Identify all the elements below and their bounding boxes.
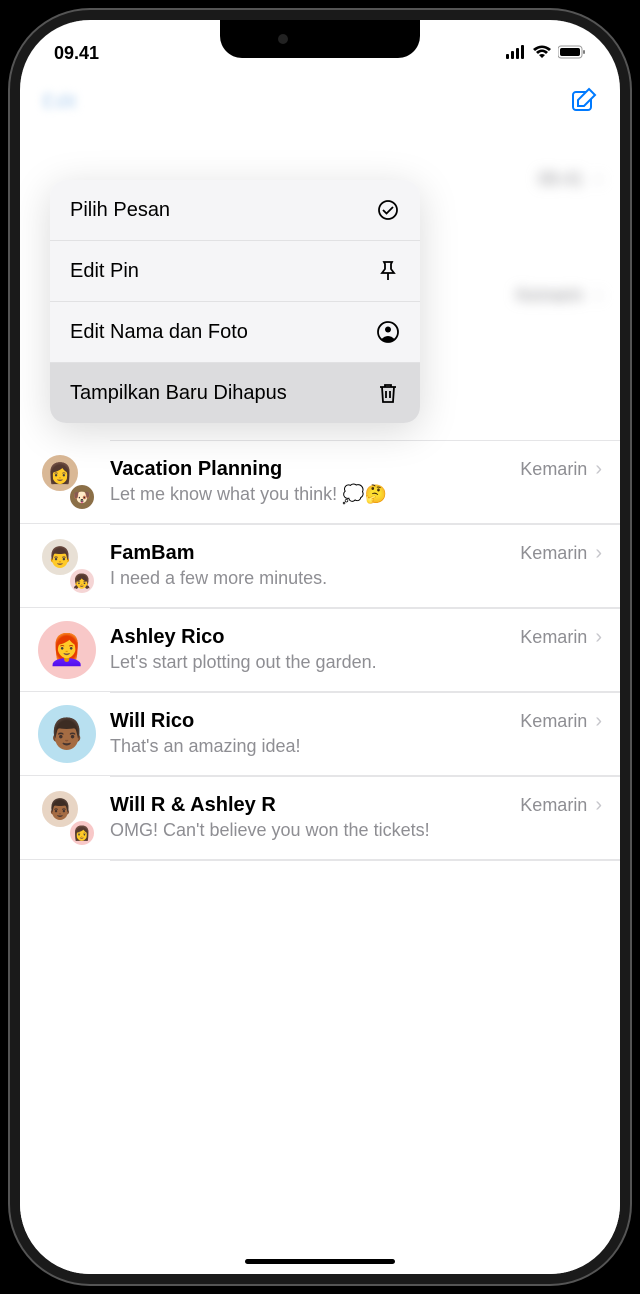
avatar: 👨🏾	[38, 705, 96, 763]
menu-item-edit-pins[interactable]: Edit Pin	[50, 241, 420, 302]
chevron-right-icon: ›	[595, 794, 602, 816]
conversation-list[interactable]: 👩 🐶 Vacation Planning Kemarin › Let me kn…	[20, 440, 620, 861]
chevron-right-icon: ›	[595, 626, 602, 648]
chevron-right-icon: ›	[595, 458, 602, 480]
conversation-peek-time-2: Kemarin ›	[516, 284, 602, 307]
conversation-name: Vacation Planning	[110, 458, 282, 481]
menu-label: Pilih Pesan	[70, 199, 170, 222]
edit-button[interactable]: Edit	[42, 91, 76, 114]
conversation-time: Kemarin	[520, 543, 587, 563]
cellular-icon	[506, 43, 526, 64]
chevron-right-icon: ›	[595, 168, 602, 191]
compose-button[interactable]	[570, 86, 598, 119]
check-circle-icon	[376, 198, 400, 222]
conversation-preview: OMG! Can't believe you won the tickets!	[110, 819, 602, 842]
conversation-time: Kemarin	[520, 711, 587, 731]
volume-down-button	[10, 440, 12, 520]
status-time: 09.41	[54, 43, 99, 64]
wifi-icon	[532, 43, 552, 64]
person-circle-icon	[376, 320, 400, 344]
silent-switch	[10, 260, 12, 300]
conversation-time: Kemarin	[520, 459, 587, 479]
conversation-preview: I need a few more minutes.	[110, 567, 602, 590]
pin-icon	[376, 259, 400, 283]
group-avatar: 👨🏾 👩	[38, 789, 96, 847]
conversation-preview: Let's start plotting out the garden.	[110, 651, 602, 674]
chevron-right-icon: ›	[595, 284, 602, 307]
battery-icon	[558, 43, 586, 64]
conversation-row[interactable]: 👩‍🦰 Ashley Rico Kemarin › Let's start plo…	[20, 609, 620, 692]
conversation-row[interactable]: 👩 🐶 Vacation Planning Kemarin › Let me kn…	[20, 441, 620, 524]
chevron-right-icon: ›	[595, 710, 602, 732]
notch	[220, 20, 420, 58]
conversation-preview: Let me know what you think! 💭🤔	[110, 483, 602, 506]
menu-item-edit-name-photo[interactable]: Edit Nama dan Foto	[50, 302, 420, 363]
conversation-time: Kemarin	[520, 627, 587, 647]
trash-icon	[376, 381, 400, 405]
chevron-right-icon: ›	[595, 542, 602, 564]
nav-bar: Edit	[20, 74, 620, 130]
menu-label: Edit Nama dan Foto	[70, 321, 248, 344]
edit-menu: Pilih Pesan Edit Pin Edit Nama dan Foto …	[50, 180, 420, 423]
group-avatar: 👨 👧	[38, 537, 96, 595]
screen: 09.41 Edit 09.41 ›	[20, 20, 620, 1274]
conversation-name: Ashley Rico	[110, 626, 224, 649]
group-avatar: 👩 🐶	[38, 453, 96, 511]
conversation-name: Will R & Ashley R	[110, 794, 276, 817]
menu-item-show-recently-deleted[interactable]: Tampilkan Baru Dihapus	[50, 363, 420, 423]
menu-item-select-messages[interactable]: Pilih Pesan	[50, 180, 420, 241]
conversation-name: FamBam	[110, 542, 194, 565]
menu-label: Tampilkan Baru Dihapus	[70, 382, 287, 405]
conversation-row[interactable]: 👨 👧 FamBam Kemarin › I need a few more mi…	[20, 525, 620, 608]
iphone-frame: 09.41 Edit 09.41 ›	[10, 10, 630, 1284]
conversation-name: Will Rico	[110, 710, 194, 733]
conversation-row[interactable]: 👨🏾 Will Rico Kemarin › That's an amazing …	[20, 693, 620, 776]
conversation-row[interactable]: 👨🏾 👩 Will R & Ashley R Kemarin › OMG! Can…	[20, 777, 620, 860]
conversation-preview: That's an amazing idea!	[110, 735, 602, 758]
avatar: 👩‍🦰	[38, 621, 96, 679]
conversation-time: Kemarin	[520, 795, 587, 815]
volume-up-button	[10, 340, 12, 420]
home-indicator[interactable]	[245, 1259, 395, 1264]
conversation-peek-time-1: 09.41 ›	[538, 168, 602, 191]
power-button	[628, 370, 630, 490]
menu-label: Edit Pin	[70, 260, 139, 283]
